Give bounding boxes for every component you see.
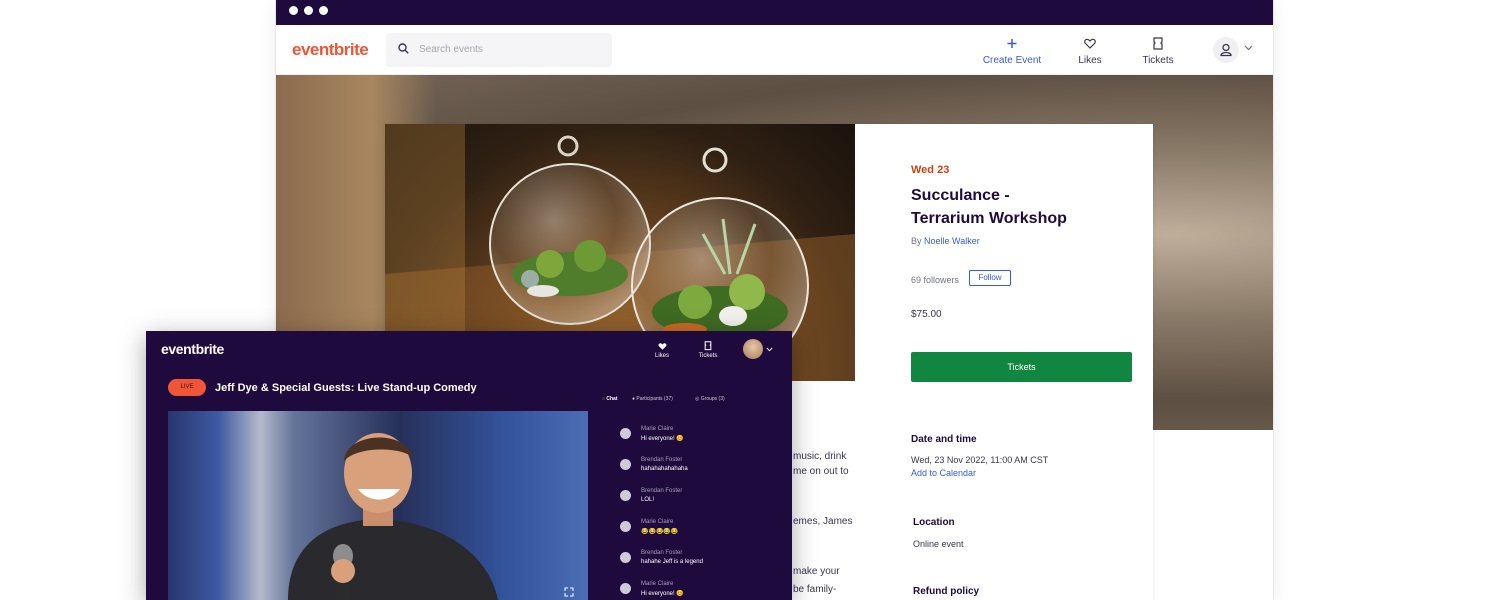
description-fragment: emes, James — [793, 516, 853, 527]
tickets-label: Tickets — [1142, 55, 1174, 66]
tab-chat-label: Chat — [606, 396, 618, 402]
avatar — [620, 521, 631, 532]
description-fragment: music, drink — [793, 451, 847, 462]
chat-author: Brendan Foster — [641, 488, 683, 494]
chat-author: Brendan Foster — [641, 457, 683, 463]
avatar — [620, 583, 631, 594]
user-icon — [1220, 43, 1232, 57]
window-dot-close[interactable] — [289, 6, 298, 15]
event-date: Wed 23 — [911, 164, 950, 176]
window-titlebar — [276, 0, 1273, 25]
chat-text: hahahe Jeff is a legend — [641, 559, 703, 565]
event-title-line2: Terrarium Workshop — [911, 210, 1067, 227]
tickets-nav-button[interactable]: Tickets — [695, 341, 721, 359]
location-value: Online event — [913, 539, 964, 549]
refund-policy-heading: Refund policy — [913, 586, 980, 597]
organizer-link[interactable]: Noelle Walker — [924, 236, 980, 246]
likes-nav-button[interactable]: Likes — [651, 341, 673, 359]
comedian-video-frame — [168, 411, 588, 600]
by-prefix: By — [911, 236, 922, 246]
window-dot-minimize[interactable] — [304, 6, 313, 15]
event-price: $75.00 — [911, 309, 942, 320]
search-input[interactable]: Search events — [386, 33, 612, 67]
chat-author: Marie Claire — [641, 581, 674, 587]
avatar[interactable] — [743, 339, 763, 359]
description-fragment: be family- — [793, 584, 837, 595]
description-fragment: make your — [793, 566, 840, 577]
tab-participants-label: Participants (37) — [636, 396, 673, 402]
likes-nav-button[interactable]: Likes — [1074, 37, 1106, 66]
likes-label: Likes — [654, 353, 669, 359]
follow-button[interactable]: Follow — [969, 270, 1011, 286]
chat-text: Hi everyone! 😊 — [641, 591, 684, 597]
eventbrite-logo[interactable]: eventbrite — [161, 341, 224, 357]
fullscreen-icon[interactable] — [564, 587, 574, 597]
tab-groups-label: Groups (3) — [700, 396, 725, 402]
stage: eventbrite Search events Create Event Li… — [0, 0, 1500, 600]
search-placeholder: Search events — [419, 44, 483, 55]
heart-icon — [1084, 38, 1096, 49]
chat-text: hahahahahahaha — [641, 466, 688, 472]
stream-title: Jeff Dye & Special Guests: Live Stand-up… — [215, 382, 477, 394]
description-fragment: me on out to — [793, 466, 849, 477]
likes-label: Likes — [1078, 55, 1102, 66]
live-badge: LIVE — [168, 379, 206, 396]
user-avatar-button[interactable] — [1213, 37, 1239, 63]
top-navbar: eventbrite Search events Create Event Li… — [276, 25, 1273, 75]
tickets-label: Tickets — [698, 353, 718, 359]
eventbrite-logo[interactable]: eventbrite — [292, 40, 369, 60]
date-time-heading: Date and time — [911, 434, 977, 445]
ticket-icon — [1153, 37, 1163, 50]
event-title: Succulance - Terrarium Workshop — [911, 184, 1111, 230]
tickets-button[interactable]: Tickets — [911, 352, 1132, 382]
create-event-button[interactable]: Create Event — [982, 37, 1042, 66]
avatar — [620, 428, 631, 439]
live-event-window: eventbrite Likes Tickets LIVE Jeff Dye &… — [146, 331, 792, 600]
create-event-label: Create Event — [982, 55, 1042, 66]
chevron-down-icon[interactable] — [766, 347, 773, 352]
tab-chat[interactable]: ◌ Chat — [602, 396, 618, 402]
tickets-nav-button[interactable]: Tickets — [1138, 37, 1178, 66]
tab-participants[interactable]: ● Participants (37) — [632, 396, 673, 402]
video-player[interactable] — [168, 411, 588, 600]
location-heading: Location — [913, 517, 955, 528]
chat-text: LOL! — [641, 497, 655, 503]
event-title-line1: Succulance - — [911, 187, 1010, 204]
avatar — [620, 459, 631, 470]
add-to-calendar-link[interactable]: Add to Calendar — [911, 468, 976, 478]
avatar — [620, 552, 631, 563]
chat-text: 😂😂😂😂😂 — [641, 529, 679, 535]
search-icon — [398, 43, 409, 54]
plus-icon — [1007, 39, 1017, 48]
chat-author: Brendan Foster — [641, 550, 683, 556]
avatar — [620, 490, 631, 501]
chat-author: Marie Claire — [641, 519, 674, 525]
window-dot-maximize[interactable] — [319, 6, 328, 15]
chevron-down-icon[interactable] — [1244, 45, 1253, 51]
followers-count: 69 followers — [911, 275, 960, 285]
date-time-value: Wed, 23 Nov 2022, 11:00 AM CST — [911, 455, 1049, 465]
tab-groups[interactable]: ◎ Groups (3) — [695, 396, 725, 402]
heart-icon — [658, 343, 666, 350]
organizer-line: By Noelle Walker — [911, 236, 980, 246]
chat-author: Marie Claire — [641, 426, 674, 432]
chat-text: Hi everyone! 😊 — [641, 436, 684, 442]
ticket-icon — [704, 341, 712, 351]
